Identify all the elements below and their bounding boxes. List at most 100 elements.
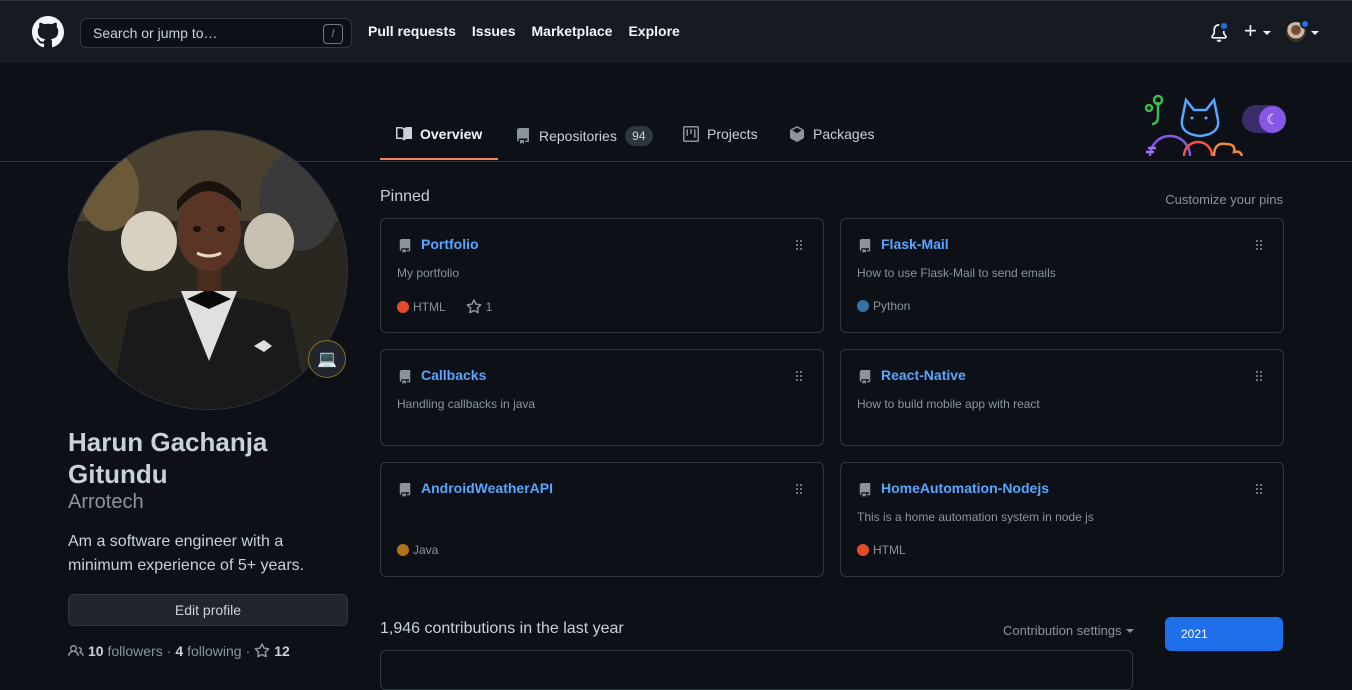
profile-photo	[69, 131, 347, 409]
search-input[interactable]: Search or jump to… /	[80, 18, 352, 48]
nav-explore[interactable]: Explore	[628, 23, 679, 39]
contribution-settings-dropdown[interactable]: Contribution settings	[1003, 623, 1134, 638]
grabber-icon[interactable]	[1255, 483, 1263, 495]
repo-meta: Python	[857, 299, 910, 313]
octocat-illustration	[1144, 94, 1244, 156]
tab-label: Overview	[420, 126, 483, 142]
repo-meta: Java	[397, 543, 438, 557]
repo-icon	[399, 370, 411, 384]
repo-name-link[interactable]: Portfolio	[421, 236, 479, 252]
main-nav: Pull requests Issues Marketplace Explore	[368, 23, 680, 39]
chevron-down-icon[interactable]	[1311, 31, 1319, 35]
tab-packages[interactable]: Packages	[789, 126, 874, 142]
repo-name-link[interactable]: React-Native	[881, 367, 966, 383]
status-button[interactable]: 💻	[308, 340, 346, 378]
search-placeholder: Search or jump to…	[93, 25, 218, 41]
project-icon	[683, 126, 699, 142]
profile-bio: Am a software engineer with a minimum ex…	[68, 533, 305, 574]
follow-stats: 10 followers · 4 following · 12	[68, 643, 290, 659]
language-color-dot	[397, 301, 409, 313]
grabber-icon[interactable]	[1255, 239, 1263, 251]
repo-meta: HTML	[857, 543, 906, 557]
pinned-repo-card: Callbacks Handling callbacks in java	[380, 349, 824, 446]
pinned-heading: Pinned	[380, 188, 430, 205]
grabber-icon[interactable]	[795, 370, 803, 382]
laptop-icon: 💻	[317, 351, 337, 368]
book-icon	[396, 126, 412, 141]
moon-icon[interactable]: ☾	[1259, 106, 1286, 133]
nav-issues[interactable]: Issues	[472, 23, 516, 39]
repo-description: How to build mobile app with react	[857, 397, 1040, 411]
pinned-repo-card: React-Native How to build mobile app wit…	[840, 349, 1284, 446]
pinned-repo-card: HomeAutomation-Nodejs This is a home aut…	[840, 462, 1284, 577]
repo-icon	[399, 483, 411, 497]
repo-name-link[interactable]: AndroidWeatherAPI	[421, 480, 553, 496]
following-label: following	[187, 643, 242, 659]
notification-indicator	[1219, 21, 1229, 31]
stars-link[interactable]: 12	[254, 643, 290, 659]
repo-stars-link[interactable]: 1	[466, 299, 493, 315]
contributions-heading: 1,946 contributions in the last year	[380, 620, 624, 637]
pinned-repo-card: Flask-Mail How to use Flask-Mail to send…	[840, 218, 1284, 333]
repo-name-link[interactable]: HomeAutomation-Nodejs	[881, 480, 1049, 496]
repo-description: How to use Flask-Mail to send emails	[857, 266, 1056, 280]
repo-star-count: 1	[485, 300, 493, 314]
star-icon	[466, 299, 482, 314]
tab-projects[interactable]: Projects	[683, 126, 758, 142]
followers-count: 10	[88, 643, 104, 659]
following-link[interactable]: 4 following	[175, 643, 241, 659]
chevron-down-icon[interactable]	[1263, 31, 1271, 35]
repo-language: Python	[873, 299, 911, 313]
repo-description: My portfolio	[397, 266, 460, 280]
chevron-down-icon	[1125, 628, 1134, 633]
customize-pins-link[interactable]: Customize your pins	[1165, 192, 1283, 207]
grabber-icon[interactable]	[795, 483, 803, 495]
separator: ·	[245, 643, 251, 659]
repo-name-link[interactable]: Flask-Mail	[881, 236, 949, 252]
repo-description: Handling callbacks in java	[397, 397, 536, 411]
search-shortcut-key: /	[323, 24, 343, 44]
repo-language: HTML	[873, 543, 906, 557]
star-icon	[254, 643, 270, 658]
language-color-dot	[857, 300, 869, 312]
repo-count-badge: 94	[624, 126, 653, 146]
top-header: Search or jump to… / Pull requests Issue…	[0, 0, 1352, 63]
language-color-dot	[857, 544, 869, 556]
contribution-graph	[380, 650, 1133, 690]
repo-icon	[517, 128, 529, 144]
grabber-icon[interactable]	[795, 239, 803, 251]
pinned-repo-card: AndroidWeatherAPI Java	[380, 462, 824, 577]
profile-name: Harun Gachanja Gitundu	[68, 427, 268, 489]
avatar-status-indicator	[1300, 19, 1310, 29]
repo-meta: HTML 1	[397, 299, 492, 315]
repo-language: HTML	[413, 300, 446, 314]
tab-label: Repositories	[539, 128, 617, 144]
grabber-icon[interactable]	[1255, 370, 1263, 382]
repo-icon	[859, 370, 871, 384]
pinned-repo-card: Portfolio My portfolio HTML 1	[380, 218, 824, 333]
repo-name-link[interactable]: Callbacks	[421, 367, 486, 383]
stars-count: 12	[274, 643, 290, 659]
followers-link[interactable]: 10 followers	[88, 643, 163, 659]
tab-label: Projects	[707, 126, 758, 142]
separator: ·	[166, 643, 172, 659]
year-2021-button[interactable]: 2021	[1165, 617, 1283, 651]
profile-avatar[interactable]	[68, 130, 348, 410]
nav-pull-requests[interactable]: Pull requests	[368, 23, 456, 39]
people-icon	[68, 644, 84, 657]
tab-overview[interactable]: Overview	[396, 126, 482, 142]
tab-label: Packages	[813, 126, 875, 142]
github-logo-icon[interactable]	[32, 16, 64, 48]
profile-login: Arrotech	[68, 491, 144, 513]
repo-language: Java	[413, 543, 439, 557]
contribution-settings-label: Contribution settings	[1003, 623, 1122, 638]
tab-repositories[interactable]: Repositories 94	[515, 126, 653, 146]
edit-profile-button[interactable]: Edit profile	[68, 594, 348, 626]
followers-label: followers	[107, 643, 163, 659]
repo-icon	[399, 239, 411, 253]
package-icon	[790, 126, 804, 142]
repo-description: This is a home automation system in node…	[857, 510, 1094, 524]
active-tab-underline	[380, 158, 498, 160]
nav-marketplace[interactable]: Marketplace	[532, 23, 613, 39]
plus-icon[interactable]: +	[1244, 20, 1257, 42]
